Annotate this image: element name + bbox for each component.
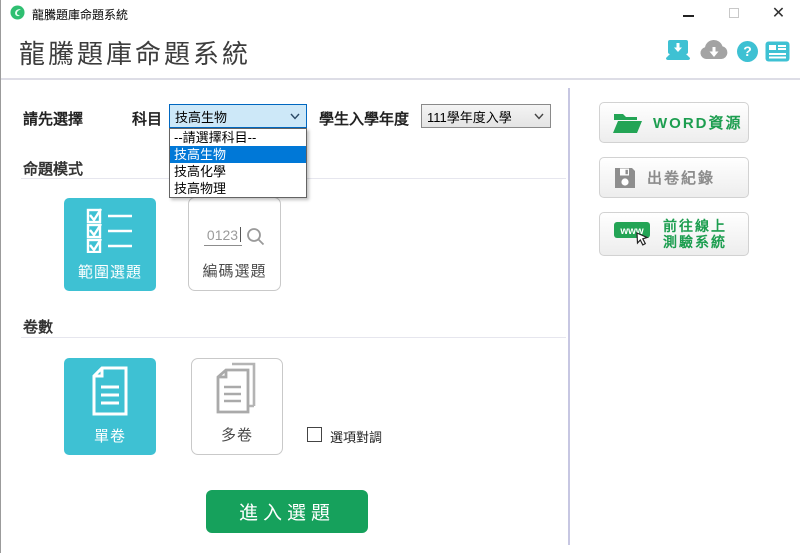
code-sample-text: 0123 (207, 227, 238, 243)
content-divider (568, 88, 570, 545)
maximize-icon (729, 8, 739, 18)
online-test-label-line1: 前往線上 (663, 218, 727, 234)
maximize-button[interactable] (711, 0, 756, 26)
app-window: 龍騰題庫命題系統 ✕ 龍騰題庫命題系統 ? 請先選擇 科目 (0, 0, 800, 553)
header-toolbar: ? (665, 39, 790, 63)
search-icon (246, 227, 265, 246)
range-select-label: 範圍選題 (78, 261, 142, 282)
online-test-label: 前往線上 測驗系統 (663, 218, 727, 250)
swap-options-checkbox[interactable] (307, 427, 322, 442)
prompt-label: 請先選擇 (23, 108, 83, 129)
code-sample-row: 0123 (204, 227, 265, 246)
code-select-label: 編碼選題 (202, 260, 266, 281)
word-resources-button[interactable]: WORD資源 (599, 102, 749, 143)
code-select-button[interactable]: 0123 編碼選題 (188, 197, 281, 291)
page-title: 龍騰題庫命題系統 (19, 34, 251, 71)
dropdown-option-placeholder[interactable]: --請選擇科目-- (170, 129, 306, 146)
dropdown-option-chemistry[interactable]: 技高化學 (170, 163, 306, 180)
subject-select[interactable]: 技高生物 (169, 104, 307, 128)
single-paper-label: 單卷 (94, 425, 126, 446)
multi-paper-label: 多卷 (221, 424, 253, 445)
pc-download-icon[interactable] (665, 39, 691, 63)
document-icon (89, 365, 131, 417)
enter-selection-button[interactable]: 進入選題 (206, 490, 368, 533)
paper-section-title: 卷數 (23, 316, 53, 337)
year-select-value: 111學年度入學 (427, 107, 512, 126)
subject-label: 科目 (132, 108, 162, 129)
single-paper-button[interactable]: 單卷 (64, 358, 156, 455)
year-label: 學生入學年度 (319, 108, 409, 129)
titlebar: 龍騰題庫命題系統 ✕ (1, 0, 800, 26)
multi-paper-button[interactable]: 多卷 (191, 358, 283, 455)
titlebar-title: 龍騰題庫命題系統 (32, 6, 128, 23)
minimize-button[interactable] (666, 0, 711, 26)
subject-dropdown-list: --請選擇科目-- 技高生物 技高化學 技高物理 (169, 128, 307, 198)
online-test-label-line2: 測驗系統 (663, 234, 727, 250)
help-icon[interactable]: ? (737, 41, 758, 62)
minimize-icon (683, 15, 694, 17)
chevron-down-icon (290, 113, 300, 120)
checklist-icon (84, 207, 136, 253)
save-icon (613, 166, 637, 190)
mode-section-title: 命題模式 (23, 158, 83, 179)
swap-options-label: 選項對調 (330, 427, 382, 446)
www-cursor-icon: www (613, 219, 653, 249)
exam-record-button[interactable]: 出卷紀錄 (599, 157, 749, 198)
subject-select-value: 技高生物 (175, 107, 227, 126)
folder-icon (613, 111, 643, 135)
dropdown-option-physics[interactable]: 技高物理 (170, 180, 306, 197)
exam-record-label: 出卷紀錄 (647, 167, 715, 188)
paper-section-divider (21, 337, 566, 338)
header-divider (1, 78, 800, 80)
dropdown-option-biology[interactable]: 技高生物 (170, 146, 306, 163)
bulletin-icon[interactable] (765, 41, 790, 62)
chevron-down-icon (534, 113, 544, 120)
online-test-button[interactable]: www 前往線上 測驗系統 (599, 212, 749, 256)
range-select-button[interactable]: 範圍選題 (64, 198, 156, 291)
text-caret-icon (240, 227, 241, 242)
app-logo-icon (10, 5, 25, 20)
word-resources-label: WORD資源 (653, 112, 743, 133)
year-select[interactable]: 111學年度入學 (421, 104, 551, 128)
documents-stack-icon (214, 362, 260, 416)
code-input-preview: 0123 (204, 227, 242, 246)
cloud-download-icon[interactable] (698, 39, 730, 63)
close-button[interactable]: ✕ (756, 0, 800, 26)
